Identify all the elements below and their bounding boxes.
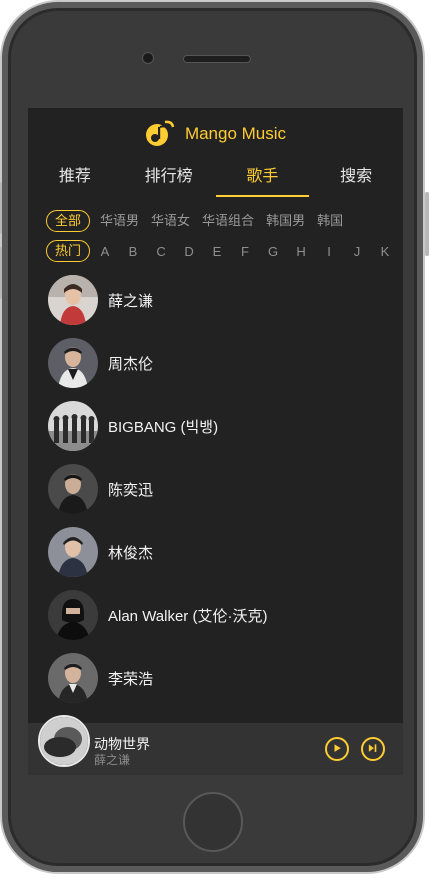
app-screen: Mango Music 推荐 排行榜 歌手 搜索 全部 华语男 华语女 华语组合… <box>28 108 403 775</box>
index-letter[interactable]: H <box>292 244 310 259</box>
index-letter[interactable]: E <box>208 244 226 259</box>
singer-avatar <box>48 401 98 451</box>
tab-recommend[interactable]: 推荐 <box>28 160 122 196</box>
singer-item[interactable]: 薛之谦 <box>48 274 153 326</box>
singer-item[interactable]: 林俊杰 <box>48 526 153 578</box>
singer-name: 陈奕迅 <box>108 481 154 499</box>
category-all[interactable]: 全部 <box>46 210 91 232</box>
power-button <box>425 192 429 256</box>
home-button[interactable] <box>183 792 243 852</box>
singer-name: 林俊杰 <box>108 544 154 562</box>
singer-name: BIGBANG (빅뱅) <box>108 418 219 436</box>
singer-name: 周杰伦 <box>108 355 154 373</box>
volume-button <box>0 182 2 234</box>
index-letter[interactable]: K <box>376 244 394 259</box>
singer-avatar <box>48 338 98 388</box>
tab-singer[interactable]: 歌手 <box>215 160 310 197</box>
category-chinese-group[interactable]: 华语组合 <box>202 211 254 231</box>
singer-item[interactable]: Alan Walker (艾伦·沃克) <box>48 589 267 641</box>
app-header: Mango Music <box>28 108 403 160</box>
category-korean[interactable]: 韩国 <box>317 211 343 231</box>
index-letter[interactable]: F <box>236 244 254 259</box>
main-tabs: 推荐 排行榜 歌手 搜索 <box>28 160 403 197</box>
music-note-logo-icon <box>145 120 175 146</box>
category-chinese-male[interactable]: 华语男 <box>100 211 139 231</box>
singer-avatar <box>48 527 98 577</box>
phone-frame: Mango Music 推荐 排行榜 歌手 搜索 全部 华语男 华语女 华语组合… <box>0 0 429 874</box>
mini-player[interactable]: 动物世界 薛之谦 <box>28 715 403 775</box>
singer-item[interactable]: 周杰伦 <box>48 337 153 389</box>
play-icon[interactable] <box>325 737 349 761</box>
song-singer: 薛之谦 <box>94 753 131 767</box>
tab-search[interactable]: 搜索 <box>309 160 403 196</box>
album-cover <box>38 715 90 767</box>
index-letter[interactable]: G <box>264 244 282 259</box>
category-korean-male[interactable]: 韩国男 <box>266 211 305 231</box>
singer-item[interactable]: 陈奕迅 <box>48 463 153 515</box>
earpiece-speaker <box>183 55 251 63</box>
category-filter: 全部 华语男 华语女 华语组合 韩国男 韩国 <box>46 209 403 233</box>
index-letter[interactable]: A <box>96 244 114 259</box>
front-camera <box>142 52 154 64</box>
tab-rank[interactable]: 排行榜 <box>122 160 216 196</box>
index-letter[interactable]: I <box>320 244 338 259</box>
singer-avatar <box>48 653 98 703</box>
next-icon[interactable] <box>361 737 385 761</box>
singer-name: 李荣浩 <box>108 670 154 688</box>
volume-button <box>0 247 2 299</box>
singer-item[interactable]: 李荣浩 <box>48 652 153 704</box>
index-letter[interactable]: C <box>152 244 170 259</box>
alphabet-index: 热门 A B C D E F G H I J K <box>46 239 403 263</box>
singer-item[interactable]: BIGBANG (빅뱅) <box>48 400 218 452</box>
app-title: Mango Music <box>184 124 287 143</box>
singer-avatar <box>48 590 98 640</box>
singer-name: Alan Walker (艾伦·沃克) <box>108 607 268 625</box>
singer-name: 薛之谦 <box>108 292 154 310</box>
category-chinese-female[interactable]: 华语女 <box>151 211 190 231</box>
index-letter[interactable]: D <box>180 244 198 259</box>
index-hot[interactable]: 热门 <box>46 240 91 262</box>
singer-avatar <box>48 275 98 325</box>
singer-avatar <box>48 464 98 514</box>
index-letter[interactable]: B <box>124 244 142 259</box>
index-letter[interactable]: J <box>348 244 366 259</box>
